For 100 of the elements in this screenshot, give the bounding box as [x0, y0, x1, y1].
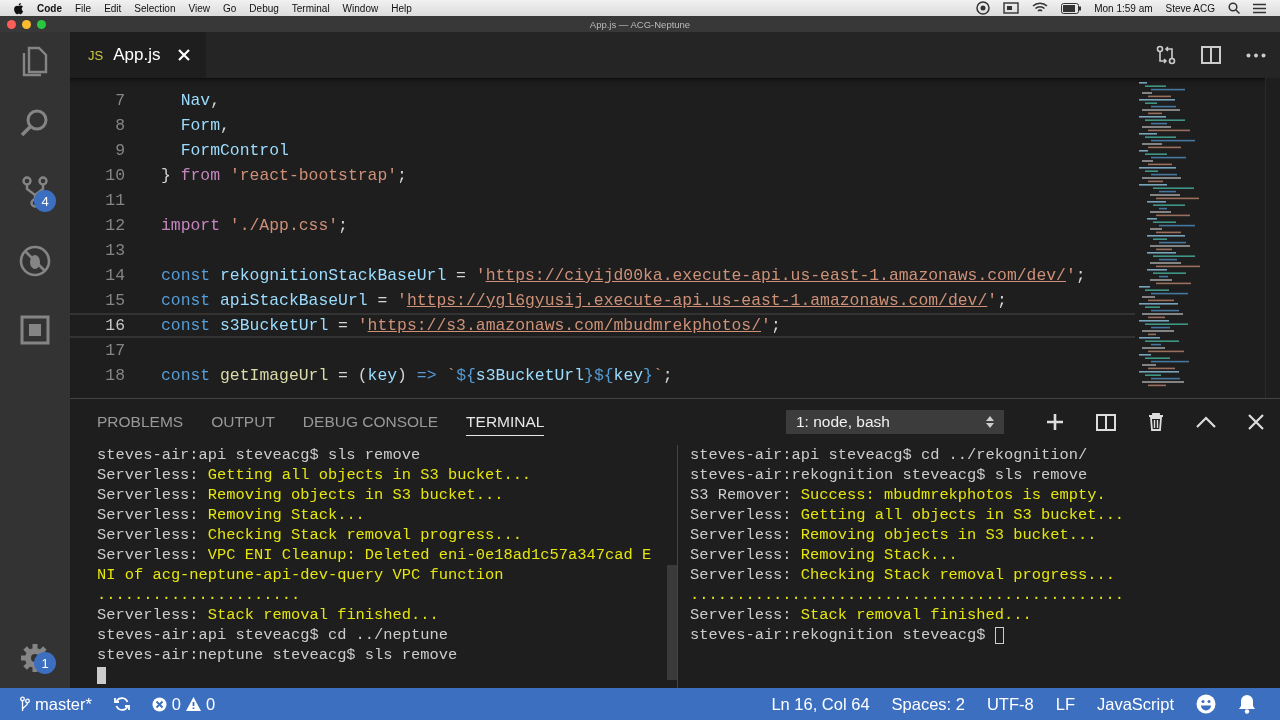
warning-icon [186, 697, 202, 711]
error-icon [151, 696, 167, 712]
code-line: Nav, [179, 91, 221, 110]
split-terminal-icon[interactable] [1096, 413, 1116, 431]
terminal-select[interactable]: 1: node, bash [786, 410, 1004, 434]
app-menu[interactable]: Code [37, 2, 62, 14]
menu-clock[interactable]: Mon 1:59 am [1094, 2, 1153, 14]
code-line: const getImageUrl = (key) => `${s3BucketUrl}${key}`; [161, 366, 673, 385]
menu-item[interactable]: View [188, 2, 210, 14]
problems-indicator[interactable]: 0 0 [151, 694, 216, 714]
terminal-line: ...................... [97, 585, 302, 605]
tab-label: App.js [113, 45, 162, 65]
panel-tab[interactable]: PROBLEMS [97, 408, 184, 436]
list-icon[interactable] [1253, 2, 1266, 14]
terminal-line: Serverless: Removing Stack... [690, 545, 959, 565]
line-number: 9 [114, 141, 125, 160]
battery-icon[interactable] [1061, 2, 1082, 14]
zoom-window-button[interactable] [37, 20, 46, 29]
terminal-line: S3 Remover: Success: mbudmrekphotos is empty. [690, 485, 1107, 505]
line-ending[interactable]: LF [1055, 694, 1075, 714]
menu-item[interactable]: Selection [134, 2, 176, 14]
code-line: import './App.css'; [161, 216, 348, 235]
menu-item[interactable]: Debug [249, 2, 279, 14]
terminal-line: Serverless: Removing Stack... [97, 505, 366, 525]
terminal-line: Serverless: Removing objects in S3 bucket... [690, 525, 1098, 545]
menu-item[interactable]: Help [391, 2, 412, 14]
menu-user[interactable]: Steve ACG [1165, 2, 1215, 14]
line-number: 18 [104, 366, 125, 385]
terminal-line: Serverless: Stack removal finished... [690, 605, 1033, 625]
terminal-line: Serverless: Getting all objects in S3 bucket... [97, 465, 533, 485]
terminal-line: NI of acg-neptune-api-dev-query VPC function [97, 565, 505, 585]
more-actions-icon[interactable] [1246, 52, 1266, 58]
terminal-line: steves-air:api steveacg$ cd ../rekognition/ [690, 445, 1089, 465]
scrollbar[interactable] [1265, 78, 1280, 398]
minimize-window-button[interactable] [22, 20, 31, 29]
menu-item[interactable]: Go [223, 2, 237, 14]
chevron-up-icon[interactable] [1196, 416, 1216, 428]
line-number: 14 [104, 266, 125, 285]
terminal-line: steves-air:rekognition steveacg$ [690, 625, 1280, 645]
cloud-sync-icon[interactable] [976, 1, 991, 15]
line-number: 17 [104, 341, 125, 360]
no-bug-icon[interactable] [18, 243, 52, 278]
plus-icon[interactable] [1046, 413, 1064, 431]
terminal-line: steves-air:api steveacg$ sls remove [97, 445, 422, 465]
terminal-line: steves-air:neptune steveacg$ sls remove [97, 645, 459, 665]
notification-badge: 1 [34, 652, 56, 674]
trash-icon[interactable] [1148, 413, 1164, 431]
terminal-line: ............................................... [690, 585, 1126, 605]
code-line: } from 'react-bootstrap'; [161, 166, 407, 185]
indentation[interactable]: Spaces: 2 [891, 694, 965, 714]
code-line: const s3BucketUrl = 'https://s3.amazonaws.com/mbudmrekphotos/'; [161, 316, 781, 335]
branch-icon [20, 696, 30, 712]
code-line: FormControl [179, 141, 289, 160]
terminal-line: Serverless: VPC ENI Cleanup: Deleted eni-0e18ad1c57a347cad E [97, 545, 653, 565]
panel-tab[interactable]: TERMINAL [466, 408, 545, 436]
screen-icon[interactable] [1003, 2, 1020, 14]
menu-item[interactable]: Edit [104, 2, 122, 14]
line-number: 11 [104, 191, 125, 210]
terminal-line: Serverless: Removing objects in S3 bucket... [97, 485, 505, 505]
panel-tab[interactable]: OUTPUT [211, 408, 275, 436]
smiley-icon[interactable] [1196, 694, 1216, 714]
line-number: 12 [104, 216, 125, 235]
sync-icon[interactable] [113, 696, 130, 712]
close-icon[interactable] [1248, 414, 1264, 430]
apple-logo-icon[interactable] [13, 1, 24, 15]
split-editor-icon[interactable] [1201, 46, 1221, 64]
menu-item[interactable]: Window [342, 2, 379, 14]
javascript-file-icon: JS [88, 47, 104, 63]
terminal-line: Serverless: Getting all objects in S3 bucket... [690, 505, 1126, 525]
terminal-line: Serverless: Stack removal finished... [97, 605, 440, 625]
code-line: const rekognitionStackBaseUrl = 'https://ciyijd00ka.execute-api.us-east-1.amazonaws.com/dev/'; [161, 266, 1086, 285]
notification-badge: 4 [34, 190, 56, 212]
compare-changes-icon[interactable] [1156, 45, 1176, 65]
cursor-position[interactable]: Ln 16, Col 64 [771, 694, 870, 714]
close-window-button[interactable] [7, 20, 16, 29]
menu-item[interactable]: File [75, 2, 92, 14]
menu-item[interactable]: Terminal [291, 2, 330, 14]
scrollbar[interactable] [667, 565, 677, 680]
terminal-line: Serverless: Checking Stack removal progress... [97, 525, 523, 545]
line-number: 8 [114, 116, 125, 135]
encoding[interactable]: UTF-8 [986, 694, 1034, 714]
language-mode[interactable]: JavaScript [1096, 694, 1174, 714]
line-number: 7 [114, 91, 125, 110]
updown-caret-icon [986, 416, 994, 428]
branch-indicator[interactable]: master* [20, 694, 92, 714]
wifi-icon[interactable] [1032, 2, 1049, 14]
line-number: 16 [104, 316, 125, 335]
search-icon[interactable] [1228, 2, 1240, 14]
window-title: App.js — ACG-Neptune [589, 18, 691, 30]
terminal-line: steves-air:api steveacg$ cd ../neptune [97, 625, 449, 645]
line-number: 10 [104, 166, 125, 185]
terminal-line: Serverless: Checking Stack removal progress... [690, 565, 1116, 585]
code-line: const apiStackBaseUrl = 'https://ygl6gyusij.execute-api.us-east-1.amazonaws.com/dev/'; [161, 291, 1007, 310]
line-number: 13 [104, 241, 125, 260]
terminal-line: steves-air:rekognition steveacg$ sls remove [690, 465, 1089, 485]
editor-tab[interactable]: JS App.js [70, 32, 206, 78]
line-number: 15 [104, 291, 125, 310]
panel-tab[interactable]: DEBUG CONSOLE [302, 408, 439, 436]
code-line: Form, [179, 116, 230, 135]
bell-icon[interactable] [1238, 694, 1256, 714]
